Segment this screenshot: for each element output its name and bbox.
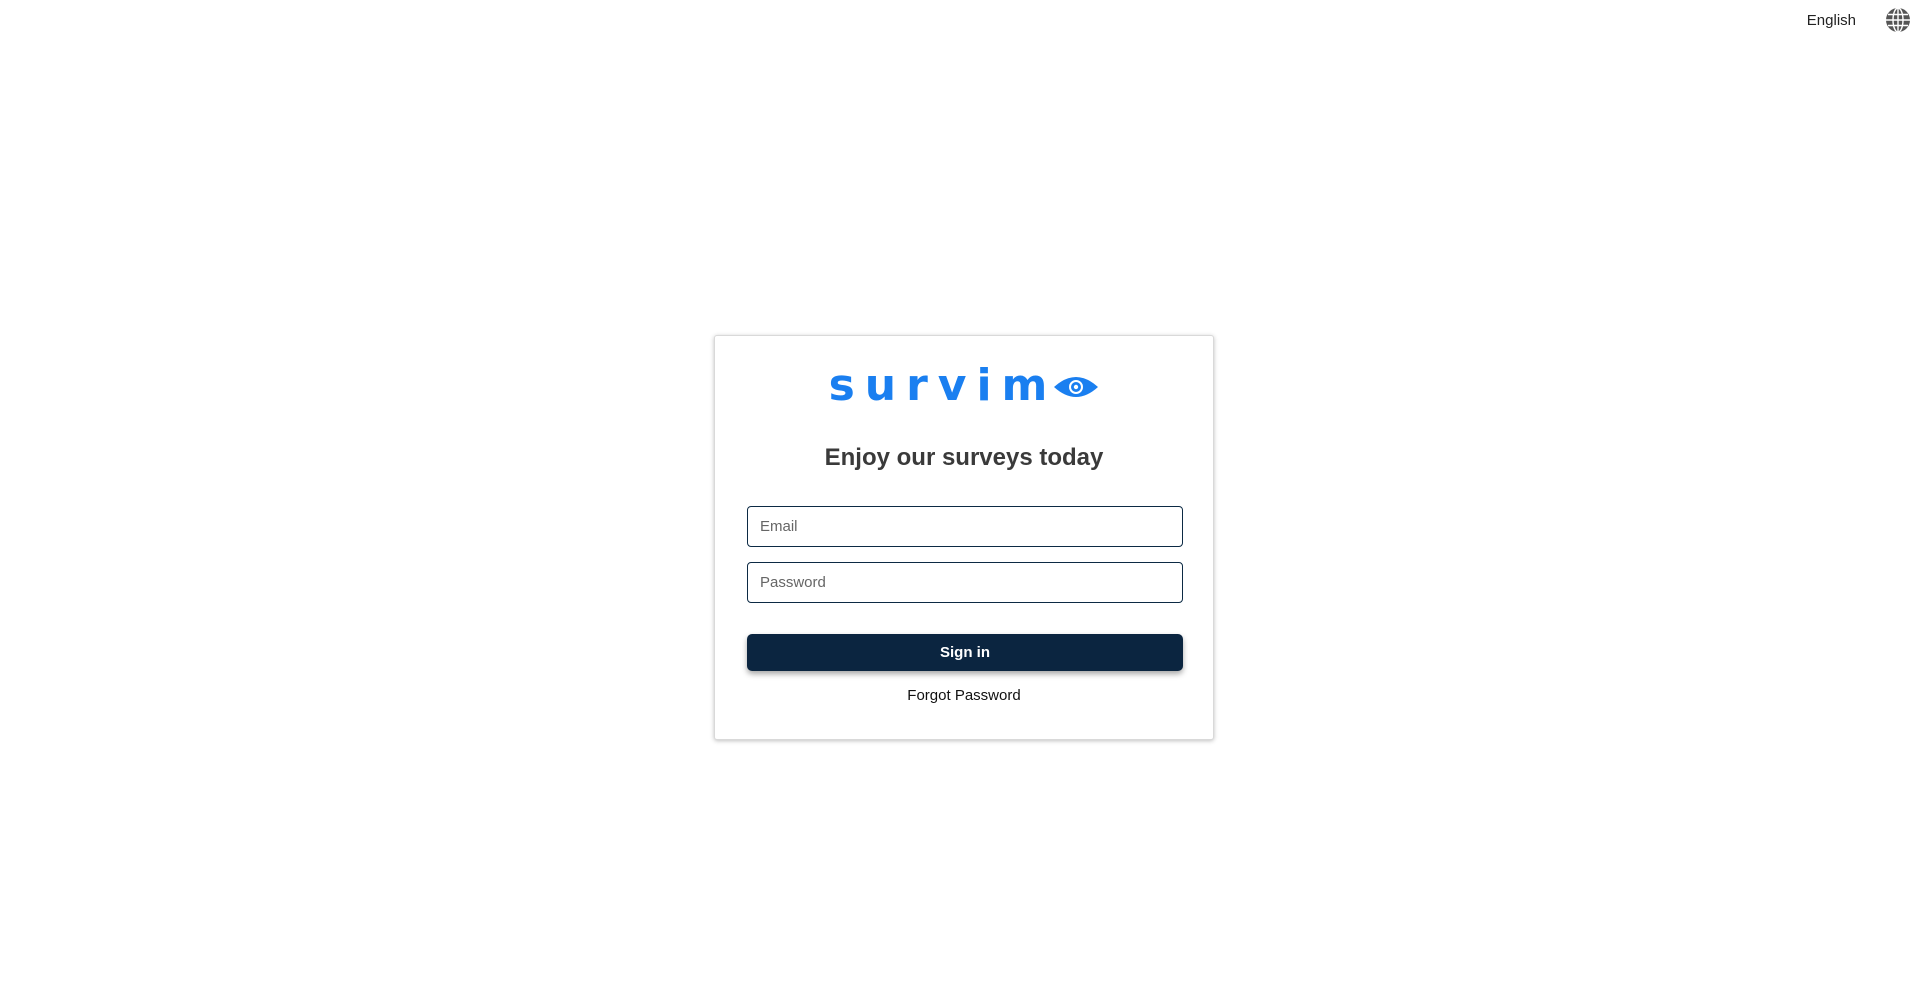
logo-text: survim	[828, 360, 1058, 411]
page-title: Enjoy our surveys today	[824, 444, 1104, 471]
brand-logo: survim	[715, 364, 1213, 408]
language-selector-label[interactable]: English	[1807, 12, 1856, 29]
top-bar: English	[1807, 0, 1920, 40]
forgot-password-link[interactable]: Forgot Password	[715, 687, 1213, 704]
email-field[interactable]	[747, 506, 1183, 547]
eye-icon	[1053, 373, 1099, 406]
login-card: survim Enjoy our surveys today Sign in F…	[714, 335, 1214, 740]
password-field[interactable]	[747, 562, 1183, 603]
globe-icon[interactable]	[1884, 6, 1912, 34]
sign-in-button[interactable]: Sign in	[747, 634, 1183, 671]
